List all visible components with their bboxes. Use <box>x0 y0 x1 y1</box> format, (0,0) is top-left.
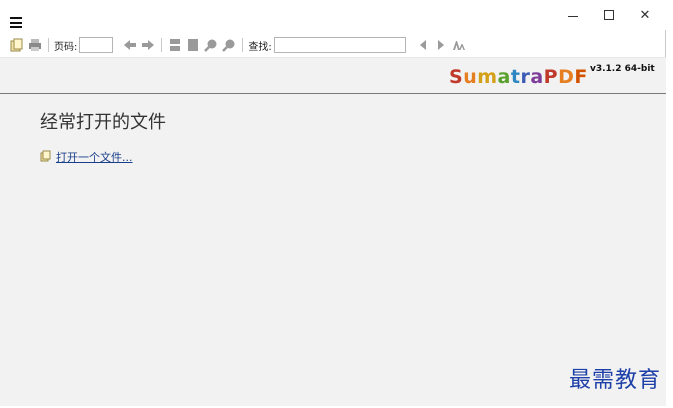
close-icon: ✕ <box>639 7 651 23</box>
close-button[interactable]: ✕ <box>626 2 664 28</box>
match-case-icon[interactable] <box>452 38 466 52</box>
fit-width-icon[interactable] <box>186 38 200 52</box>
title-bar: ✕ <box>0 0 666 30</box>
start-page: 经常打开的文件 打开一个文件... 最需教育 <box>0 94 666 406</box>
open-file-icon[interactable] <box>10 38 24 52</box>
find-previous-icon[interactable] <box>416 38 430 52</box>
find-label: 查找: <box>248 41 272 53</box>
brand-letter: m <box>477 66 498 88</box>
sumatrapdf-logo: SumatraPDF <box>449 66 588 88</box>
toolbar-separator <box>48 38 49 52</box>
toolbar: 页码: 查找: <box>0 33 666 57</box>
menu-icon[interactable] <box>10 17 22 28</box>
brand-letter: a <box>497 66 511 88</box>
previous-page-icon[interactable] <box>123 38 137 52</box>
zoom-in-icon[interactable] <box>222 38 236 52</box>
brand-letter: D <box>558 66 575 88</box>
minimize-button[interactable] <box>554 2 592 28</box>
brand-bar: SumatraPDF v3.1.2 64-bit <box>0 58 666 93</box>
brand-letter: P <box>543 66 559 88</box>
open-file-link-text[interactable]: 打开一个文件... <box>56 149 133 165</box>
frequently-read-heading: 经常打开的文件 <box>40 112 166 133</box>
maximize-button[interactable] <box>590 2 628 28</box>
fit-page-icon[interactable] <box>168 38 182 52</box>
find-input[interactable] <box>273 37 406 53</box>
brand-letter: u <box>463 66 478 88</box>
minimize-icon <box>568 15 578 17</box>
open-document-icon <box>40 150 52 165</box>
page-number-input[interactable] <box>79 37 114 53</box>
brand-letter: F <box>574 66 588 88</box>
next-page-icon[interactable] <box>141 38 155 52</box>
brand-letter: t <box>510 66 521 88</box>
print-icon[interactable] <box>28 38 42 52</box>
find-next-icon[interactable] <box>434 38 448 52</box>
sumatra-window: ✕ 页码: 查找: SumatraPDF v3.1.2 64-bit 经常打开的… <box>0 0 666 406</box>
open-file-link[interactable]: 打开一个文件... <box>40 149 133 165</box>
brand-letter: a <box>530 66 544 88</box>
brand-letter: r <box>520 66 531 88</box>
maximize-icon <box>604 10 614 20</box>
version-label: v3.1.2 64-bit <box>590 64 655 74</box>
zoom-out-icon[interactable] <box>204 38 218 52</box>
brand-letter: S <box>449 66 464 88</box>
page-label: 页码: <box>54 41 78 53</box>
watermark: 最需教育 <box>568 368 661 393</box>
toolbar-separator <box>242 38 244 52</box>
toolbar-separator <box>161 38 163 52</box>
